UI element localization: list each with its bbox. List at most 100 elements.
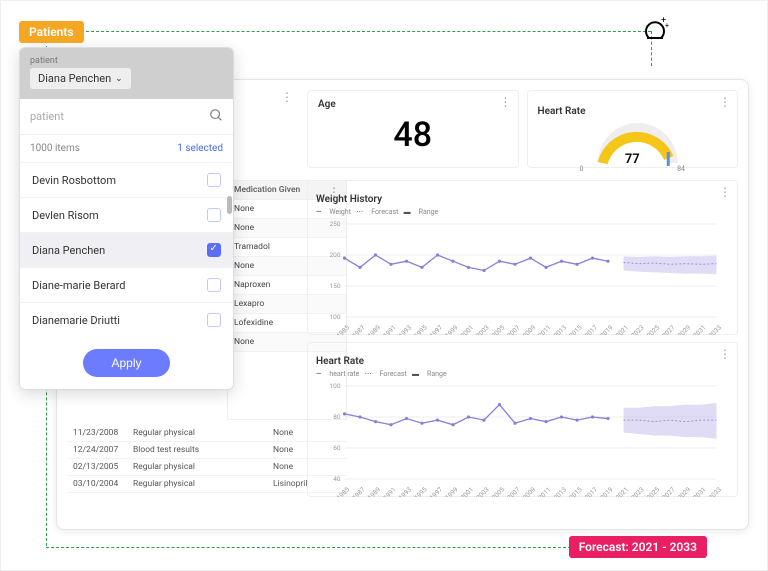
gauge-max: 84 [677, 165, 685, 173]
svg-text:1991: 1991 [382, 486, 398, 497]
svg-text:2003: 2003 [475, 485, 491, 497]
checkbox[interactable] [207, 243, 221, 257]
search-placeholder: patient [30, 110, 64, 123]
dropdown-selected-count: 1 selected [177, 143, 223, 154]
svg-text:2033: 2033 [707, 485, 723, 497]
svg-text:2031: 2031 [692, 324, 708, 335]
weight-history-chart: Weight History ⋮ —Weight ⋯Forecast ▬Rang… [307, 180, 738, 335]
age-title: Age [318, 99, 508, 110]
kebab-icon[interactable]: ⋮ [719, 351, 731, 357]
svg-text:2019: 2019 [599, 485, 615, 497]
svg-text:2003: 2003 [475, 323, 491, 335]
svg-text:2001: 2001 [459, 486, 475, 497]
dropdown-search[interactable]: patient [20, 99, 233, 135]
svg-text:1985: 1985 [335, 323, 351, 335]
svg-text:2011: 2011 [537, 324, 553, 335]
svg-text:2031: 2031 [692, 486, 708, 497]
svg-text:1997: 1997 [428, 485, 444, 497]
visit-row: 11/23/2008Regular physicalNone [67, 425, 347, 442]
svg-text:+: + [665, 22, 669, 30]
age-value: 48 [318, 110, 508, 159]
chart-title: Heart Rate [316, 356, 364, 367]
svg-text:2017: 2017 [583, 323, 599, 335]
scrollbar-thumb[interactable] [227, 196, 232, 214]
svg-text:1993: 1993 [397, 323, 413, 335]
svg-text:1995: 1995 [413, 323, 429, 335]
svg-text:100: 100 [330, 382, 341, 390]
heart-rate-title: Heart Rate [538, 106, 586, 117]
svg-text:2033: 2033 [707, 323, 723, 335]
svg-text:2023: 2023 [630, 485, 646, 497]
svg-text:2029: 2029 [676, 323, 692, 335]
chart-legend: —heart rate ⋯Forecast ▬Range [316, 370, 729, 378]
svg-text:2023: 2023 [630, 323, 646, 335]
svg-text:2027: 2027 [661, 485, 677, 497]
dropdown-label: patient [30, 56, 223, 66]
svg-text:1989: 1989 [366, 485, 382, 497]
svg-text:200: 200 [330, 251, 341, 259]
svg-text:2017: 2017 [583, 485, 599, 497]
svg-text:1993: 1993 [397, 485, 413, 497]
svg-text:1999: 1999 [444, 323, 460, 335]
dropdown-item[interactable]: Devlen Risom [20, 197, 233, 232]
svg-text:2009: 2009 [521, 485, 537, 497]
dropdown-list: Devin RosbottomDevlen RisomDiana Penchen… [20, 162, 233, 337]
svg-text:2011: 2011 [537, 486, 553, 497]
svg-text:2005: 2005 [490, 323, 506, 335]
kebab-icon[interactable]: ⋮ [719, 99, 731, 105]
gauge-min: 0 [580, 165, 584, 173]
heart-rate-chart: Heart Rate ⋮ —heart rate ⋯Forecast ▬Rang… [307, 342, 738, 497]
checkbox[interactable] [207, 173, 221, 187]
chart-title: Weight History [316, 194, 382, 205]
svg-text:40: 40 [333, 475, 341, 483]
heart-rate-card: Heart Rate ⋮ 77 0 84 [527, 90, 739, 168]
svg-text:2001: 2001 [459, 324, 475, 335]
svg-text:2009: 2009 [521, 323, 537, 335]
search-icon [209, 107, 223, 126]
dropdown-item[interactable]: Diane-marie Berard [20, 267, 233, 302]
visit-rows: 11/23/2008Regular physicalNone12/24/2007… [67, 425, 347, 493]
checkbox[interactable] [207, 313, 221, 327]
kebab-icon[interactable]: ⋮ [719, 189, 731, 195]
visit-row: 03/10/2004Regular physicalLisinopril [67, 476, 347, 493]
svg-text:80: 80 [333, 413, 341, 421]
connector-line [46, 547, 571, 548]
svg-text:2021: 2021 [614, 486, 630, 497]
svg-text:2015: 2015 [568, 485, 584, 497]
age-card: Age ⋮ 48 [307, 90, 519, 168]
heart-rate-value: 77 [538, 152, 728, 167]
svg-text:60: 60 [333, 444, 341, 452]
svg-text:1999: 1999 [444, 485, 460, 497]
checkbox[interactable] [207, 208, 221, 222]
kebab-icon[interactable]: ⋮ [281, 94, 293, 100]
chart-svg: 1001502002501985198719891991199319951997… [316, 220, 729, 335]
checkbox[interactable] [207, 278, 221, 292]
visit-row: 12/24/2007Blood test resultsNone [67, 442, 347, 459]
patient-dropdown: patient Diana Penchen ⌄ patient 1000 ite… [19, 47, 234, 390]
chart-svg: 40 60 80 100 1985198719891991199319951997199… [316, 382, 729, 497]
forecast-tag: Forecast: 2021 - 2033 [569, 536, 707, 558]
visit-row: 02/13/2005Regular physicalNone [67, 459, 347, 476]
svg-text:2029: 2029 [676, 485, 692, 497]
svg-text:2019: 2019 [599, 323, 615, 335]
svg-text:1985: 1985 [335, 485, 351, 497]
dropdown-selected-pill[interactable]: Diana Penchen ⌄ [30, 68, 131, 89]
svg-text:2025: 2025 [645, 323, 661, 335]
patients-tag: Patients [19, 21, 84, 43]
kebab-icon[interactable]: ⋮ [500, 99, 512, 105]
dropdown-item[interactable]: Devin Rosbottom [20, 162, 233, 197]
svg-text:1987: 1987 [351, 485, 367, 497]
svg-text:2021: 2021 [614, 324, 630, 335]
svg-text:250: 250 [330, 220, 341, 228]
alert-icon: + + [641, 16, 669, 48]
svg-text:2007: 2007 [506, 323, 522, 335]
apply-button[interactable]: Apply [83, 349, 169, 377]
svg-text:2007: 2007 [506, 485, 522, 497]
svg-text:1989: 1989 [366, 323, 382, 335]
svg-text:1995: 1995 [413, 485, 429, 497]
svg-text:2013: 2013 [552, 485, 568, 497]
svg-text:1991: 1991 [382, 324, 398, 335]
dropdown-item[interactable]: Diana Penchen [20, 232, 233, 267]
svg-text:2015: 2015 [568, 323, 584, 335]
dropdown-item[interactable]: Dianemarie Driutti [20, 302, 233, 337]
